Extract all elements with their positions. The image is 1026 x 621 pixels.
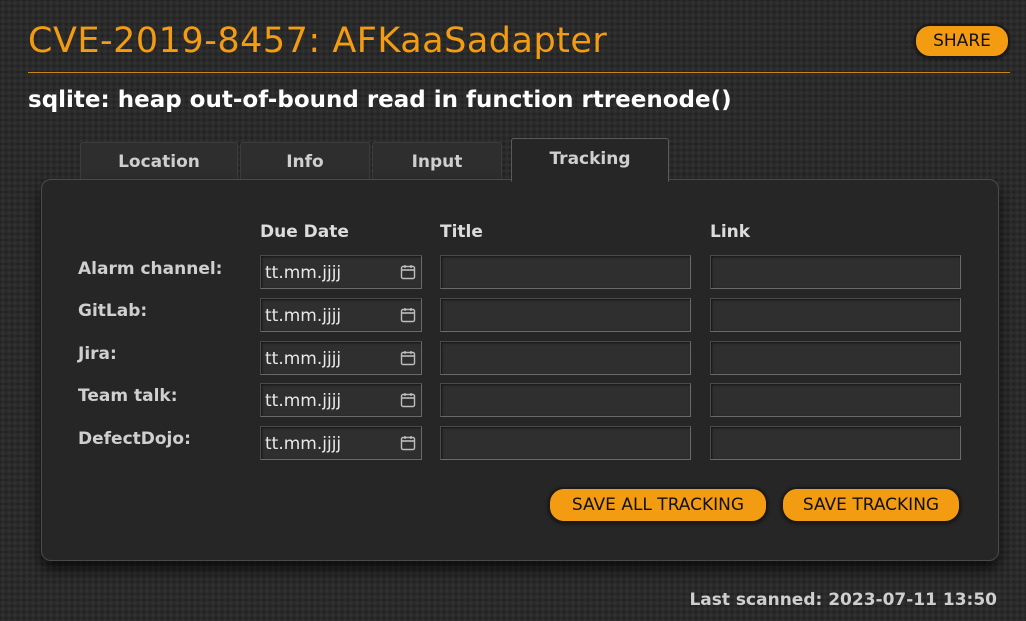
- link-input-defectdojo[interactable]: [710, 426, 961, 460]
- link-input-alarm-channel[interactable]: [710, 255, 961, 289]
- tab-location[interactable]: Location: [80, 142, 238, 181]
- page-title: CVE-2019-8457: AFKaaSadapter: [28, 21, 608, 61]
- link-input-gitlab[interactable]: [710, 298, 961, 332]
- title-input-gitlab[interactable]: [440, 298, 691, 332]
- due-date-input-team-talk[interactable]: tt.mm.jjjj: [260, 383, 422, 417]
- row-label-team-talk: Team talk:: [78, 386, 178, 406]
- due-date-input-jira[interactable]: tt.mm.jjjj: [260, 341, 422, 375]
- date-placeholder: tt.mm.jjjj: [265, 306, 342, 326]
- calendar-icon[interactable]: [400, 264, 416, 280]
- title-input-team-talk[interactable]: [440, 383, 691, 417]
- header: CVE-2019-8457: AFKaaSadapter SHARE: [28, 18, 1010, 73]
- date-placeholder: tt.mm.jjjj: [265, 263, 342, 283]
- title-input-defectdojo[interactable]: [440, 426, 691, 460]
- last-scanned-text: Last scanned: 2023-07-11 13:50: [689, 590, 997, 610]
- row-label-gitlab: GitLab:: [78, 301, 148, 321]
- page-subtitle: sqlite: heap out-of-bound read in functi…: [28, 87, 732, 113]
- row-label-alarm-channel: Alarm channel:: [78, 259, 223, 279]
- due-date-input-defectdojo[interactable]: tt.mm.jjjj: [260, 426, 422, 460]
- due-date-input-gitlab[interactable]: tt.mm.jjjj: [260, 298, 422, 332]
- calendar-icon[interactable]: [400, 435, 416, 451]
- save-all-tracking-button[interactable]: SAVE ALL TRACKING: [548, 487, 768, 523]
- link-input-team-talk[interactable]: [710, 383, 961, 417]
- tab-info[interactable]: Info: [240, 142, 370, 181]
- calendar-icon[interactable]: [400, 392, 416, 408]
- column-header-link: Link: [710, 222, 751, 242]
- tracking-panel: Due Date Title Link Alarm channel: tt.mm…: [41, 179, 999, 561]
- calendar-icon[interactable]: [400, 307, 416, 323]
- date-placeholder: tt.mm.jjjj: [265, 349, 342, 369]
- row-label-jira: Jira:: [78, 344, 117, 364]
- column-header-due-date: Due Date: [260, 222, 349, 242]
- row-label-defectdojo: DefectDojo:: [78, 429, 191, 449]
- link-input-jira[interactable]: [710, 341, 961, 375]
- calendar-icon[interactable]: [400, 350, 416, 366]
- tab-input[interactable]: Input: [372, 142, 502, 181]
- title-input-jira[interactable]: [440, 341, 691, 375]
- share-button[interactable]: SHARE: [914, 24, 1010, 58]
- due-date-input-alarm-channel[interactable]: tt.mm.jjjj: [260, 255, 422, 289]
- title-input-alarm-channel[interactable]: [440, 255, 691, 289]
- date-placeholder: tt.mm.jjjj: [265, 434, 342, 454]
- save-tracking-button[interactable]: SAVE TRACKING: [781, 487, 961, 523]
- date-placeholder: tt.mm.jjjj: [265, 391, 342, 411]
- tab-tracking[interactable]: Tracking: [511, 138, 669, 182]
- column-header-title: Title: [440, 222, 483, 242]
